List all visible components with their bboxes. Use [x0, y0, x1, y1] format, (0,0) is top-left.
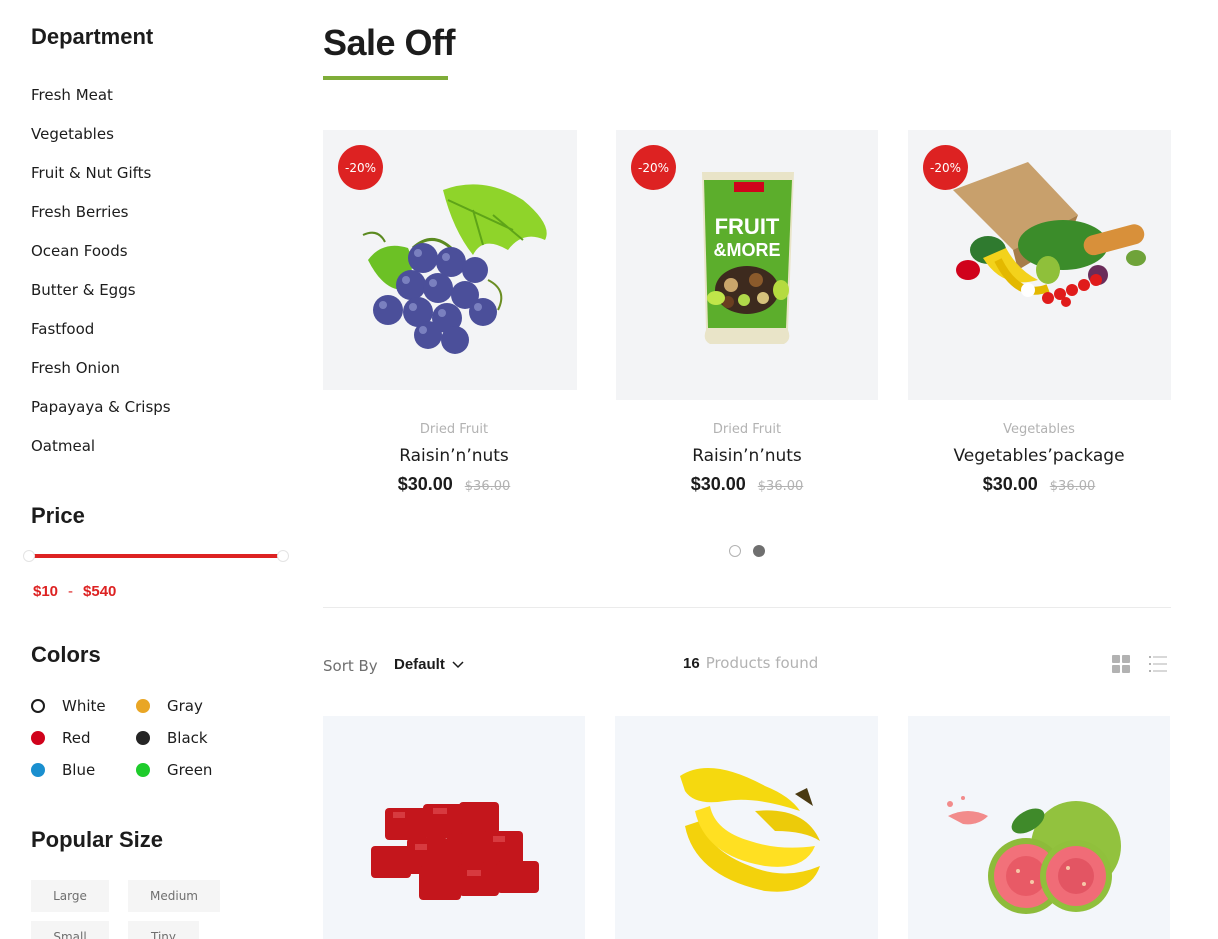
color-swatch-blue [31, 763, 45, 777]
product-old-price: $36.00 [464, 479, 511, 494]
discount-badge: -20% [923, 145, 968, 190]
product-name[interactable]: Vegetables’package [904, 446, 1174, 466]
price-range-values: $10- $540 [33, 583, 116, 600]
sale-product-image[interactable]: -20% [323, 130, 577, 390]
price-min-value: $10 [33, 583, 59, 600]
color-label: White [62, 697, 106, 715]
price-range-max-handle[interactable] [277, 550, 289, 562]
color-swatch-red [31, 731, 45, 745]
color-swatch-black [136, 731, 150, 745]
department-item-fresh-berries[interactable]: Fresh Berries [31, 203, 171, 242]
department-item-papayaya-crisps[interactable]: Papayaya & Crisps [31, 398, 171, 437]
product-old-price: $36.00 [1049, 479, 1096, 494]
sort-select[interactable]: Default [394, 656, 465, 673]
department-item-fruit-nut-gifts[interactable]: Fruit & Nut Gifts [31, 164, 171, 203]
color-option-green[interactable]: Green [136, 761, 212, 779]
svg-text:FRUIT: FRUIT [715, 214, 780, 239]
department-item-fresh-onion[interactable]: Fresh Onion [31, 359, 171, 398]
color-label: Green [167, 761, 213, 779]
sale-product-info: Dried Fruit Raisin’n’nuts $30.00 $36.00 [612, 422, 882, 495]
section-divider [323, 607, 1171, 608]
products-found-text: Products found [705, 654, 819, 672]
sale-off-title: Sale Off [323, 22, 456, 63]
chevron-down-icon [452, 660, 464, 668]
color-label: Red [62, 729, 91, 747]
beef-cubes-image [371, 802, 539, 900]
sale-product-info: Vegetables Vegetables’package $30.00 $36.… [904, 422, 1174, 495]
product-old-price: $36.00 [757, 479, 804, 494]
size-tiny-button[interactable]: Tiny [128, 921, 199, 939]
price-max-value: $540 [83, 583, 117, 600]
sort-select-value: Default [394, 656, 445, 673]
svg-text:&MORE: &MORE [714, 240, 781, 260]
product-card[interactable] [908, 716, 1170, 939]
size-large-button[interactable]: Large [31, 880, 109, 912]
product-name[interactable]: Raisin’n’nuts [319, 446, 589, 466]
price-title: Price [31, 503, 85, 528]
carousel-dot-2-active[interactable] [753, 545, 765, 557]
department-item-fresh-meat[interactable]: Fresh Meat [31, 86, 171, 125]
sale-product-card: -20% [323, 130, 577, 390]
department-item-butter-eggs[interactable]: Butter & Eggs [31, 281, 171, 320]
colors-title: Colors [31, 642, 101, 667]
grid-icon[interactable] [1112, 655, 1130, 673]
color-label: Blue [62, 761, 96, 779]
sale-product-card: -20% [908, 130, 1171, 400]
sale-off-underline [323, 76, 448, 80]
sale-product-image[interactable]: FRUIT &MORE -20% [616, 130, 878, 400]
color-label: Gray [167, 697, 203, 715]
color-option-gray[interactable]: Gray [136, 697, 203, 715]
department-item-ocean-foods[interactable]: Ocean Foods [31, 242, 171, 281]
price-separator: - [68, 583, 74, 600]
product-prices: $30.00 $36.00 [612, 474, 882, 495]
discount-badge: -20% [631, 145, 676, 190]
price-range-slider[interactable] [23, 548, 289, 564]
color-option-black[interactable]: Black [136, 729, 208, 747]
price-range-min-handle[interactable] [23, 550, 35, 562]
product-price: $30.00 [982, 474, 1038, 494]
sale-product-image[interactable]: -20% [908, 130, 1171, 400]
products-found: 16 Products found [683, 654, 818, 672]
department-item-oatmeal[interactable]: Oatmeal [31, 437, 171, 476]
product-price: $30.00 [397, 474, 453, 494]
product-card[interactable] [615, 716, 878, 939]
color-swatch-green [136, 763, 150, 777]
department-item-fastfood[interactable]: Fastfood [31, 320, 171, 359]
bananas-image [680, 768, 820, 892]
product-name[interactable]: Raisin’n’nuts [612, 446, 882, 466]
sale-product-card: FRUIT &MORE -20% [616, 130, 878, 400]
department-title: Department [31, 24, 154, 49]
products-found-count: 16 [683, 655, 700, 672]
product-card[interactable] [323, 716, 585, 939]
color-option-white[interactable]: White [31, 697, 106, 715]
sale-product-info: Dried Fruit Raisin’n’nuts $30.00 $36.00 [319, 422, 589, 495]
carousel-dot-1[interactable] [729, 545, 741, 557]
sort-by-label: Sort By [323, 657, 378, 675]
popular-size-title: Popular Size [31, 827, 164, 852]
department-list: Fresh Meat Vegetables Fruit & Nut Gifts … [31, 86, 171, 476]
price-range-track [31, 554, 281, 558]
guava-image [947, 796, 1121, 914]
color-option-blue[interactable]: Blue [31, 761, 95, 779]
size-medium-button[interactable]: Medium [128, 880, 220, 912]
discount-badge: -20% [338, 145, 383, 190]
color-swatch-gray [136, 699, 150, 713]
color-option-red[interactable]: Red [31, 729, 91, 747]
color-swatch-white [31, 699, 45, 713]
size-small-button[interactable]: Small [31, 921, 109, 939]
color-label: Black [167, 729, 208, 747]
product-category: Dried Fruit [419, 422, 489, 437]
product-prices: $30.00 $36.00 [904, 474, 1174, 495]
product-price: $30.00 [690, 474, 746, 494]
product-category: Dried Fruit [712, 422, 782, 437]
product-prices: $30.00 $36.00 [319, 474, 589, 495]
product-category: Vegetables [1003, 422, 1075, 437]
department-item-vegetables[interactable]: Vegetables [31, 125, 171, 164]
list-icon[interactable] [1149, 655, 1167, 673]
